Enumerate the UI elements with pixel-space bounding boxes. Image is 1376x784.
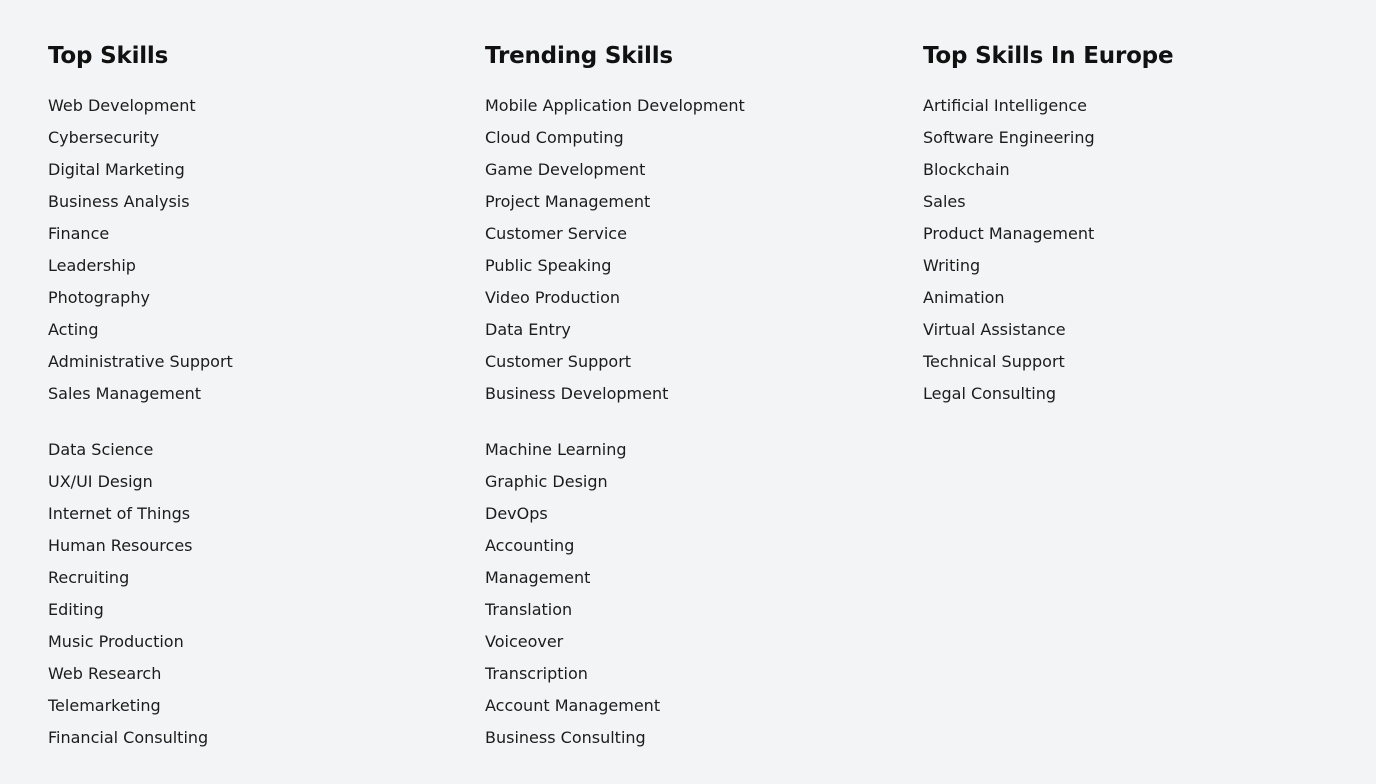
skill-link[interactable]: Music Production — [48, 626, 468, 658]
skill-link[interactable]: Video Production — [485, 282, 905, 314]
skill-link[interactable]: Technical Support — [923, 346, 1343, 378]
skill-link[interactable]: Mobile Application Development — [485, 90, 905, 122]
top-skills-europe-column: Top Skills In Europe Artificial Intellig… — [923, 41, 1343, 410]
skill-link[interactable]: Photography — [48, 282, 468, 314]
skill-link[interactable]: Administrative Support — [48, 346, 468, 378]
skill-list-top-skills-europe: Artificial Intelligence Software Enginee… — [923, 90, 1343, 410]
skill-link[interactable]: Accounting — [485, 530, 905, 562]
column-title-top-skills-europe: Top Skills In Europe — [923, 43, 1174, 69]
skill-link[interactable]: Financial Consulting — [48, 722, 468, 754]
skill-link[interactable]: Leadership — [48, 250, 468, 282]
skill-link[interactable]: Data Science — [48, 434, 468, 466]
skill-link[interactable]: Internet of Things — [48, 498, 468, 530]
skill-link[interactable]: Sales Management — [48, 378, 468, 410]
skill-link[interactable]: Machine Learning — [485, 434, 905, 466]
skill-link[interactable]: Public Speaking — [485, 250, 905, 282]
skill-link[interactable]: Cloud Computing — [485, 122, 905, 154]
skill-link[interactable]: Customer Support — [485, 346, 905, 378]
skill-link[interactable]: Game Development — [485, 154, 905, 186]
skill-list-trending-skills-1: Mobile Application Development Cloud Com… — [485, 90, 905, 410]
skill-link[interactable]: Human Resources — [48, 530, 468, 562]
skill-link[interactable]: Finance — [48, 218, 468, 250]
skill-link[interactable]: Product Management — [923, 218, 1343, 250]
skill-link[interactable]: Sales — [923, 186, 1343, 218]
skill-list-top-skills-2: Data Science UX/UI Design Internet of Th… — [48, 434, 468, 754]
top-skills-column: Top Skills Web Development Cybersecurity… — [48, 41, 468, 754]
skill-link[interactable]: Web Development — [48, 90, 468, 122]
skill-link[interactable]: Business Consulting — [485, 722, 905, 754]
skill-link[interactable]: Recruiting — [48, 562, 468, 594]
skill-link[interactable]: Telemarketing — [48, 690, 468, 722]
trending-skills-column: Trending Skills Mobile Application Devel… — [485, 41, 905, 754]
skill-link[interactable]: Cybersecurity — [48, 122, 468, 154]
skill-link[interactable]: Management — [485, 562, 905, 594]
skill-link[interactable]: Writing — [923, 250, 1343, 282]
skill-link[interactable]: Animation — [923, 282, 1343, 314]
skill-link[interactable]: Business Analysis — [48, 186, 468, 218]
skill-link[interactable]: Data Entry — [485, 314, 905, 346]
skill-link[interactable]: Project Management — [485, 186, 905, 218]
skill-link[interactable]: Voiceover — [485, 626, 905, 658]
skill-link[interactable]: Graphic Design — [485, 466, 905, 498]
skill-list-top-skills-1: Web Development Cybersecurity Digital Ma… — [48, 90, 468, 410]
skill-list-trending-skills-2: Machine Learning Graphic Design DevOps A… — [485, 434, 905, 754]
skills-directory: Top Skills Web Development Cybersecurity… — [0, 0, 1376, 784]
skill-link[interactable]: UX/UI Design — [48, 466, 468, 498]
skill-link[interactable]: Transcription — [485, 658, 905, 690]
skill-link[interactable]: Account Management — [485, 690, 905, 722]
column-title-trending-skills: Trending Skills — [485, 43, 673, 69]
skill-link[interactable]: Translation — [485, 594, 905, 626]
skill-link[interactable]: Web Research — [48, 658, 468, 690]
skill-link[interactable]: Business Development — [485, 378, 905, 410]
skill-link[interactable]: DevOps — [485, 498, 905, 530]
skill-link[interactable]: Blockchain — [923, 154, 1343, 186]
skill-link[interactable]: Editing — [48, 594, 468, 626]
skill-link[interactable]: Artificial Intelligence — [923, 90, 1343, 122]
skill-link[interactable]: Legal Consulting — [923, 378, 1343, 410]
skill-link[interactable]: Digital Marketing — [48, 154, 468, 186]
skill-link[interactable]: Virtual Assistance — [923, 314, 1343, 346]
column-title-top-skills: Top Skills — [48, 43, 169, 69]
skill-link[interactable]: Acting — [48, 314, 468, 346]
skill-link[interactable]: Customer Service — [485, 218, 905, 250]
skill-link[interactable]: Software Engineering — [923, 122, 1343, 154]
